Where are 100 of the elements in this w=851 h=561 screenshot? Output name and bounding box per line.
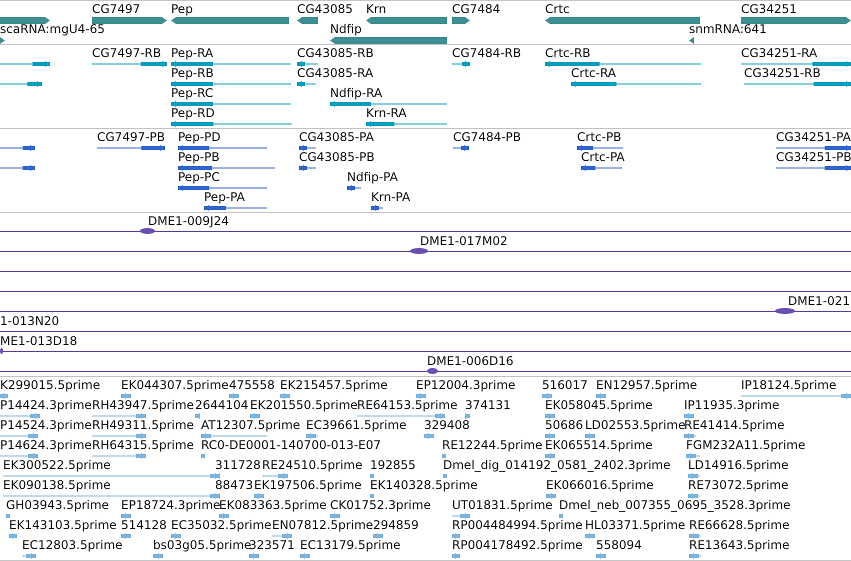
feature-label: CG7484 bbox=[452, 2, 500, 16]
feature-glyph bbox=[452, 532, 460, 540]
feature-glyph bbox=[250, 412, 260, 420]
feature-glyph bbox=[545, 432, 555, 440]
feature-glyph bbox=[686, 452, 700, 460]
feature-label: Ndfip-PA bbox=[347, 170, 398, 184]
feature-glyph bbox=[585, 532, 595, 540]
feature-glyph bbox=[452, 512, 470, 520]
feature-label: CG7497 bbox=[92, 2, 140, 16]
feature-label: DME1-017M02 bbox=[420, 234, 508, 248]
feature-label: RP004178492.5prime bbox=[452, 538, 583, 552]
feature-glyph bbox=[300, 552, 310, 560]
feature-label: 2644104 bbox=[195, 398, 248, 412]
feature-label: EN07812.5prime bbox=[272, 518, 374, 532]
feature-glyph bbox=[97, 144, 165, 152]
feature-glyph bbox=[443, 472, 447, 480]
feature-glyph bbox=[297, 80, 316, 88]
feature-glyph bbox=[306, 432, 318, 440]
feature-glyph bbox=[204, 204, 267, 212]
feature-glyph bbox=[465, 412, 470, 420]
feature-label: DME1-021 bbox=[788, 294, 850, 308]
feature-glyph bbox=[545, 452, 555, 460]
feature-label: EK140328.5prime bbox=[370, 478, 478, 492]
feature-label: EK300522.5prime bbox=[3, 458, 111, 472]
feature-glyph bbox=[452, 552, 460, 560]
feature-glyph bbox=[0, 36, 5, 44]
feature-glyph bbox=[689, 36, 694, 44]
feature-label: RE41414.5prime bbox=[684, 418, 784, 432]
feature-label: CG34251-PA bbox=[776, 130, 851, 144]
feature-label: Krn bbox=[366, 2, 386, 16]
feature-label: EC35032.5prime bbox=[171, 518, 272, 532]
feature-glyph bbox=[171, 532, 181, 540]
feature-label: RE13643.5prime bbox=[689, 538, 790, 552]
feature-glyph bbox=[688, 492, 700, 500]
feature-label: Crtc bbox=[545, 2, 570, 16]
feature-label: FGM232A11.5prime bbox=[686, 438, 806, 452]
feature-glyph bbox=[22, 552, 36, 560]
feature-label: CG43085-PA bbox=[299, 130, 374, 144]
feature-glyph bbox=[410, 247, 428, 255]
feature-label: 475558 bbox=[229, 378, 275, 392]
feature-label: UT01831.5prime bbox=[452, 498, 553, 512]
feature-label: CG34251-RA bbox=[741, 46, 818, 60]
feature-label: Pep-PB bbox=[178, 150, 220, 164]
feature-glyph bbox=[581, 164, 622, 172]
feature-glyph bbox=[299, 164, 316, 172]
feature-glyph bbox=[684, 432, 696, 440]
feature-glyph bbox=[92, 432, 146, 440]
feature-label: CG43085-RB bbox=[297, 46, 374, 60]
feature-label: EK215457.5prime bbox=[280, 378, 388, 392]
feature-glyph bbox=[0, 347, 3, 355]
feature-glyph bbox=[596, 552, 606, 560]
feature-label: EK143103.5prime bbox=[9, 518, 117, 532]
feature-glyph bbox=[297, 60, 318, 68]
feature-label: EP18724.3prime bbox=[121, 498, 220, 512]
feature-label: 88473 bbox=[215, 478, 254, 492]
feature-label: RE12244.5prime bbox=[442, 438, 542, 452]
feature-label: CG43085 bbox=[297, 2, 353, 16]
feature-glyph bbox=[92, 412, 146, 420]
feature-glyph bbox=[370, 492, 374, 500]
feature-label: HL03371.5prime bbox=[585, 518, 686, 532]
feature-label: EK083363.5prime bbox=[219, 498, 327, 512]
feature-glyph bbox=[545, 412, 555, 420]
feature-glyph bbox=[688, 472, 700, 480]
feature-label: 1-013N20 bbox=[0, 314, 60, 328]
feature-glyph bbox=[0, 412, 40, 420]
feature-label: Pep-RB bbox=[171, 66, 214, 80]
feature-glyph bbox=[254, 492, 264, 500]
feature-label: 192855 bbox=[370, 458, 416, 472]
feature-label: Dmel_dig_014192_0581_2402.3prime bbox=[443, 458, 671, 472]
feature-glyph bbox=[0, 80, 42, 88]
feature-label: 294859 bbox=[373, 518, 419, 532]
feature-label: CG43085-PB bbox=[299, 150, 375, 164]
feature-glyph bbox=[689, 552, 701, 560]
feature-glyph bbox=[453, 144, 469, 152]
feature-glyph bbox=[424, 432, 434, 440]
feature-label: CG34251-PB bbox=[776, 150, 851, 164]
feature-glyph bbox=[689, 532, 701, 540]
feature-label: Pep-PD bbox=[178, 130, 221, 144]
feature-label: Crtc-PB bbox=[577, 130, 622, 144]
feature-glyph bbox=[347, 184, 361, 192]
feature-glyph bbox=[262, 472, 288, 480]
feature-label: Krn-PA bbox=[371, 190, 410, 204]
feature-label: CG34251 bbox=[741, 2, 797, 16]
feature-label: snmRNA:641 bbox=[689, 22, 767, 36]
feature-label: P14424.3prime bbox=[0, 398, 92, 412]
feature-glyph bbox=[297, 16, 318, 25]
feature-glyph bbox=[416, 392, 426, 400]
feature-label: Pep-PC bbox=[178, 170, 220, 184]
feature-label: EK090138.5prime bbox=[3, 478, 111, 492]
feature-glyph bbox=[585, 432, 595, 440]
feature-glyph bbox=[201, 432, 267, 440]
feature-label: EC39661.5prime bbox=[306, 418, 407, 432]
feature-glyph bbox=[153, 552, 163, 560]
feature-label: RC0-DE0001-140700-013-E07 bbox=[201, 438, 381, 452]
feature-label: EK197506.5prime bbox=[254, 478, 362, 492]
feature-glyph bbox=[280, 392, 290, 400]
feature-label: bs03g05.5prime bbox=[153, 538, 252, 552]
feature-label: Crtc-PA bbox=[581, 150, 625, 164]
feature-label: Ndfip bbox=[330, 22, 362, 36]
feature-label: RE66628.5prime bbox=[689, 518, 790, 532]
